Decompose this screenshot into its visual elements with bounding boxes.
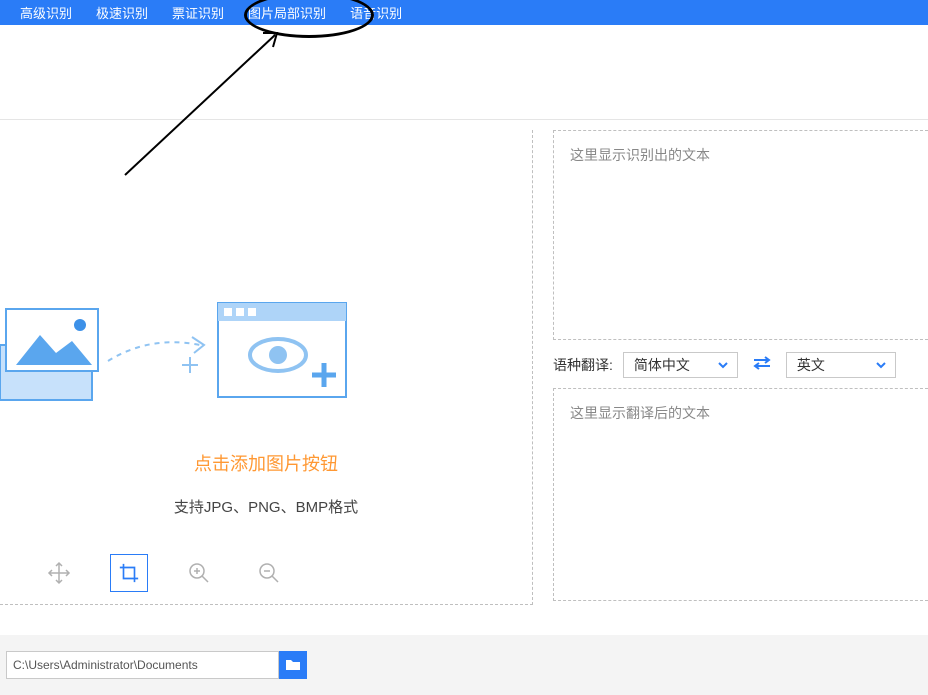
output-path-input[interactable]: C:\Users\Administrator\Documents — [6, 651, 279, 679]
upload-subtitle: 支持JPG、PNG、BMP格式 — [0, 496, 532, 517]
zoom-in-icon — [187, 561, 211, 585]
top-nav-bar: 高级识别 极速识别 票证识别 图片局部识别 语音识别 — [0, 0, 928, 25]
crop-tool[interactable] — [110, 554, 148, 592]
bottom-bar: C:\Users\Administrator\Documents — [0, 635, 928, 695]
translate-label: 语种翻译: — [553, 355, 613, 375]
upload-prompt: 点击添加图片按钮 支持JPG、PNG、BMP格式 — [0, 305, 532, 517]
translate-bar: 语种翻译: 简体中文 英文 — [553, 340, 928, 388]
upload-graphics — [0, 305, 532, 405]
crop-icon — [118, 562, 140, 584]
target-language-value: 英文 — [797, 355, 825, 375]
target-language-select[interactable]: 英文 — [786, 352, 896, 378]
source-language-value: 简体中文 — [634, 355, 690, 375]
chevron-down-icon — [875, 359, 887, 371]
translated-text-box[interactable]: 这里显示翻译后的文本 — [553, 388, 928, 601]
header-spacer — [0, 25, 928, 120]
zoom-in-tool[interactable] — [180, 554, 218, 592]
tab-fast-ocr[interactable]: 极速识别 — [84, 0, 160, 25]
swap-languages-button[interactable] — [748, 355, 776, 376]
tab-ticket-ocr[interactable]: 票证识别 — [160, 0, 236, 25]
source-language-select[interactable]: 简体中文 — [623, 352, 738, 378]
tab-partial-ocr[interactable]: 图片局部识别 — [236, 0, 338, 25]
upload-title: 点击添加图片按钮 — [0, 450, 532, 476]
tab-voice-recognition[interactable]: 语音识别 — [338, 0, 414, 25]
recognized-text-box[interactable]: 这里显示识别出的文本 — [553, 130, 928, 340]
main-area: 点击添加图片按钮 支持JPG、PNG、BMP格式 — [0, 120, 928, 605]
image-drop-panel[interactable]: 点击添加图片按钮 支持JPG、PNG、BMP格式 — [0, 130, 533, 605]
move-tool[interactable] — [40, 554, 78, 592]
swap-icon — [752, 355, 772, 371]
zoom-out-tool[interactable] — [250, 554, 288, 592]
tab-advanced-ocr[interactable]: 高级识别 — [8, 0, 84, 25]
browse-folder-button[interactable] — [279, 651, 307, 679]
chevron-down-icon — [717, 359, 729, 371]
right-panel: 这里显示识别出的文本 语种翻译: 简体中文 英文 这里显示翻译后的文本 — [553, 120, 928, 605]
move-icon — [47, 561, 71, 585]
image-tool-row — [40, 554, 288, 592]
folder-icon — [285, 658, 301, 672]
zoom-out-icon — [257, 561, 281, 585]
